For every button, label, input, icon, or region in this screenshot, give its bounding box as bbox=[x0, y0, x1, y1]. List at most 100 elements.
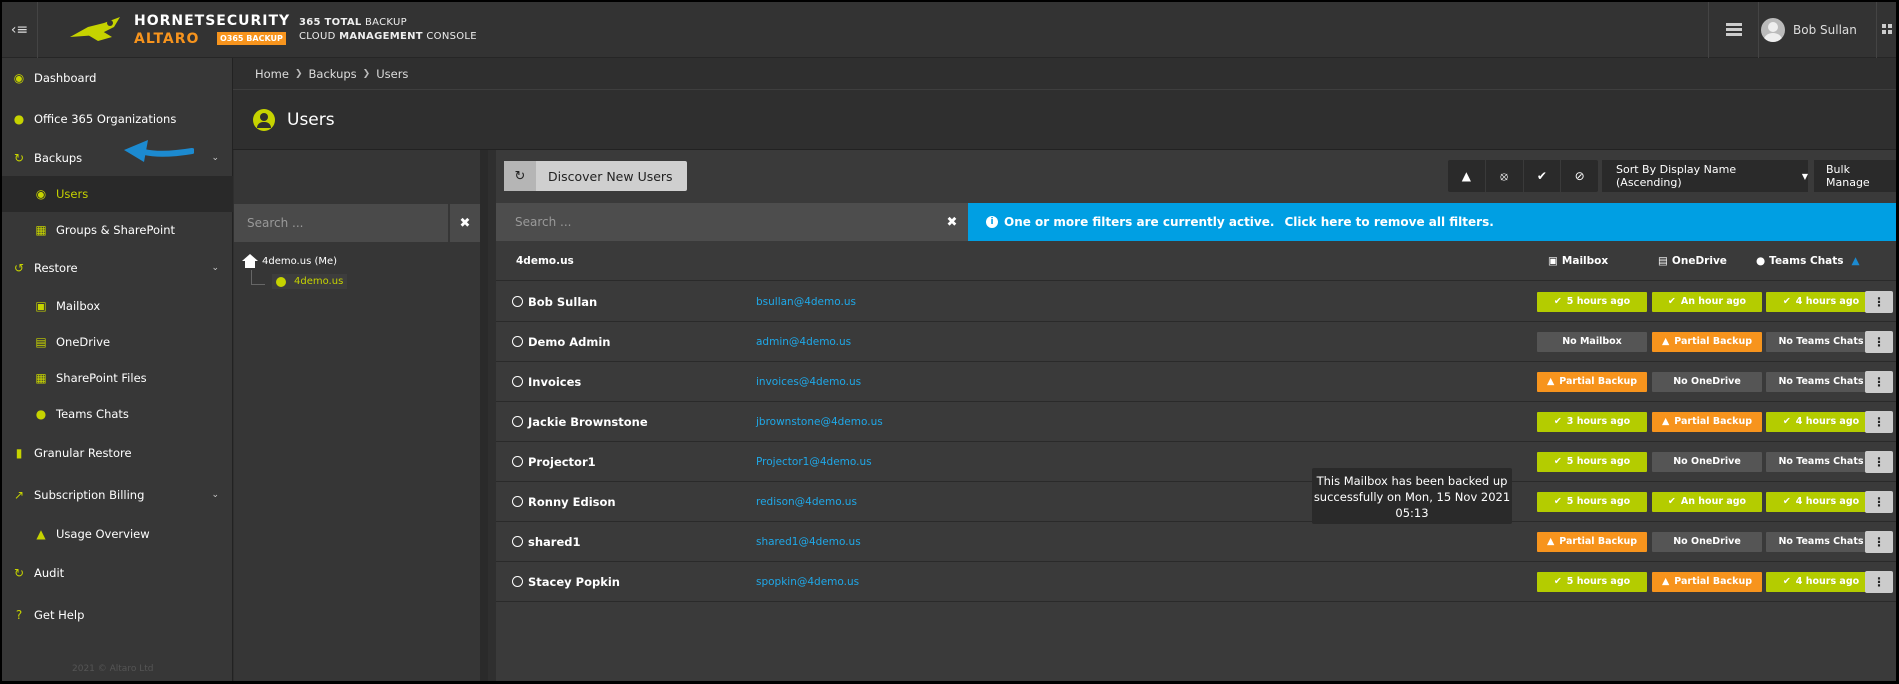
badge-label: 5 hours ago bbox=[1566, 496, 1631, 507]
bulk-manage-button[interactable]: Bulk Manage bbox=[1814, 160, 1896, 192]
sidebar-item-teams-chats[interactable]: ● Teams Chats bbox=[2, 396, 233, 432]
close-icon[interactable]: ✖ bbox=[936, 203, 968, 241]
row-actions-menu-icon[interactable]: ⋮ bbox=[1865, 490, 1893, 513]
menu-toggle-icon[interactable]: ‹≡ bbox=[2, 2, 38, 58]
mailbox-status-badge[interactable]: ▲ Partial Backup bbox=[1537, 371, 1647, 392]
mailbox-status-badge[interactable]: ▲ Partial Backup bbox=[1537, 531, 1647, 552]
user-display-name[interactable]: Ronny Edison bbox=[528, 495, 616, 509]
mailbox-status-badge[interactable]: No Mailbox bbox=[1537, 331, 1647, 352]
row-actions-menu-icon[interactable]: ⋮ bbox=[1865, 450, 1893, 473]
row-actions-menu-icon[interactable]: ⋮ bbox=[1865, 410, 1893, 433]
sidebar-item-mailbox[interactable]: ▣ Mailbox bbox=[2, 288, 233, 324]
sidebar-item-restore[interactable]: ↺ Restore ⌄ bbox=[2, 248, 233, 288]
user-display-name[interactable]: Demo Admin bbox=[528, 335, 610, 349]
user-email-link[interactable]: invoices@4demo.us bbox=[756, 376, 861, 388]
breadcrumb-backups[interactable]: Backups bbox=[309, 67, 357, 81]
teams-status-badge[interactable]: ✔ 4 hours ago bbox=[1766, 571, 1876, 592]
sidebar-item-office365[interactable]: ● Office 365 Organizations bbox=[2, 98, 233, 140]
teams-status-badge[interactable]: ✔ 4 hours ago bbox=[1766, 291, 1876, 312]
user-email-link[interactable]: spopkin@4demo.us bbox=[756, 576, 859, 588]
success-filter-icon[interactable]: ✔ bbox=[1524, 160, 1562, 192]
apps-grid-icon[interactable] bbox=[1876, 2, 1896, 58]
user-display-name[interactable]: Jackie Brownstone bbox=[528, 415, 648, 429]
user-icon bbox=[512, 496, 523, 507]
sidebar-item-audit[interactable]: ↻ Audit bbox=[2, 552, 233, 594]
sidebar-item-granular-restore[interactable]: ▮ Granular Restore bbox=[2, 432, 233, 474]
onedrive-status-badge[interactable]: ▲ Partial Backup bbox=[1652, 411, 1762, 432]
refresh-icon: ↻ bbox=[504, 161, 536, 191]
user-display-name[interactable]: Bob Sullan bbox=[528, 295, 597, 309]
user-display-name[interactable]: Projector1 bbox=[528, 455, 596, 469]
teams-status-badge[interactable]: No Teams Chats bbox=[1766, 531, 1876, 552]
user-email-link[interactable]: redison@4demo.us bbox=[756, 496, 857, 508]
onedrive-status-badge[interactable]: ✔ An hour ago bbox=[1652, 291, 1762, 312]
badge-label: 5 hours ago bbox=[1566, 576, 1631, 587]
tree-child-node[interactable]: 4demo.us bbox=[272, 274, 348, 289]
row-actions-menu-icon[interactable]: ⋮ bbox=[1865, 290, 1893, 313]
sidebar-item-usage-overview[interactable]: ▲ Usage Overview bbox=[2, 516, 233, 552]
onedrive-status-badge[interactable]: No OneDrive bbox=[1652, 531, 1762, 552]
table-row[interactable]: Demo Admin admin@4demo.us No Mailbox ▲ Parti… bbox=[496, 322, 1896, 362]
search-input[interactable]: Search ... bbox=[496, 203, 968, 241]
user-email-link[interactable]: admin@4demo.us bbox=[756, 336, 851, 348]
error-filter-icon[interactable]: ⦻ bbox=[1486, 160, 1524, 192]
user-display-name[interactable]: Stacey Popkin bbox=[528, 575, 620, 589]
user-email-link[interactable]: shared1@4demo.us bbox=[756, 536, 861, 548]
mailbox-status-badge[interactable]: ✔ 5 hours ago bbox=[1537, 571, 1647, 592]
table-row[interactable]: Invoices invoices@4demo.us ▲ Partial Backup… bbox=[496, 362, 1896, 402]
table-row[interactable]: shared1 shared1@4demo.us ▲ Partial Backup No… bbox=[496, 522, 1896, 562]
teams-status-badge[interactable]: ✔ 4 hours ago bbox=[1766, 491, 1876, 512]
sidebar-item-get-help[interactable]: ? Get Help bbox=[2, 594, 233, 636]
onedrive-status-badge[interactable]: No OneDrive bbox=[1652, 451, 1762, 472]
teams-status-badge[interactable]: No Teams Chats bbox=[1766, 451, 1876, 472]
teams-status-badge[interactable]: ✔ 4 hours ago bbox=[1766, 411, 1876, 432]
discover-new-users-button[interactable]: ↻ Discover New Users bbox=[504, 161, 687, 191]
tree-root-node[interactable]: 4demo.us (Me) bbox=[242, 254, 337, 268]
sort-dropdown[interactable]: Sort By Display Name (Ascending) ▼ bbox=[1602, 160, 1808, 192]
mailbox-status-badge[interactable]: ✔ 5 hours ago bbox=[1537, 451, 1647, 472]
sidebar-item-sharepoint-files[interactable]: ▦ SharePoint Files bbox=[2, 360, 233, 396]
close-icon[interactable]: ✖ bbox=[450, 204, 480, 242]
breadcrumb-home[interactable]: Home bbox=[255, 67, 289, 81]
onedrive-status-badge[interactable]: ✔ An hour ago bbox=[1652, 491, 1762, 512]
sidebar-item-label: Teams Chats bbox=[56, 407, 129, 421]
sidebar-item-groups[interactable]: ▦ Groups & SharePoint bbox=[2, 212, 233, 248]
user-email-link[interactable]: jbrownstone@4demo.us bbox=[756, 416, 883, 428]
table-row[interactable]: Projector1 Projector1@4demo.us ✔ 5 hours ag… bbox=[496, 442, 1896, 482]
page-title: Users bbox=[287, 109, 335, 130]
sidebar-item-users[interactable]: ◉ Users bbox=[2, 176, 233, 212]
user-menu[interactable]: Bob Sullan bbox=[1758, 2, 1876, 58]
warning-filter-icon[interactable]: ▲ bbox=[1448, 160, 1486, 192]
sidebar-item-onedrive[interactable]: ▤ OneDrive bbox=[2, 324, 233, 360]
mailbox-status-badge[interactable]: ✔ 5 hours ago bbox=[1537, 291, 1647, 312]
sidebar-item-subscription-billing[interactable]: ↗ Subscription Billing ⌄ bbox=[2, 474, 233, 516]
user-email-link[interactable]: Projector1@4demo.us bbox=[756, 456, 872, 468]
table-row[interactable]: Jackie Brownstone jbrownstone@4demo.us ✔ 3 … bbox=[496, 402, 1896, 442]
table-row[interactable]: Ronny Edison redison@4demo.us ✔ 5 hours ago… bbox=[496, 482, 1896, 522]
tree-search-input[interactable]: Search ... bbox=[234, 204, 448, 242]
row-actions-menu-icon[interactable]: ⋮ bbox=[1865, 370, 1893, 393]
user-icon bbox=[512, 296, 523, 307]
table-row[interactable]: Bob Sullan bsullan@4demo.us ✔ 5 hours ago ✔ A… bbox=[496, 282, 1896, 322]
row-actions-menu-icon[interactable]: ⋮ bbox=[1865, 330, 1893, 353]
onedrive-status-badge[interactable]: ▲ Partial Backup bbox=[1652, 571, 1762, 592]
mailbox-status-badge[interactable]: ✔ 3 hours ago bbox=[1537, 411, 1647, 432]
teams-status-badge[interactable]: No Teams Chats bbox=[1766, 331, 1876, 352]
user-display-name[interactable]: Invoices bbox=[528, 375, 581, 389]
sidebar-item-dashboard[interactable]: ◉ Dashboard bbox=[2, 58, 233, 98]
onedrive-status-badge[interactable]: ▲ Partial Backup bbox=[1652, 331, 1762, 352]
notifications-list-icon[interactable] bbox=[1708, 2, 1758, 58]
user-icon[interactable]: ▲ bbox=[1852, 255, 1860, 267]
row-actions-menu-icon[interactable]: ⋮ bbox=[1865, 530, 1893, 553]
sidebar-item-backups[interactable]: ↻ Backups ⌄ bbox=[2, 140, 233, 176]
remove-filters-link[interactable]: Click here to remove all filters. bbox=[1284, 215, 1493, 229]
disabled-filter-icon[interactable]: ⊘ bbox=[1561, 160, 1598, 192]
row-actions-menu-icon[interactable]: ⋮ bbox=[1865, 570, 1893, 593]
teams-status-badge[interactable]: No Teams Chats bbox=[1766, 371, 1876, 392]
onedrive-status-badge[interactable]: No OneDrive bbox=[1652, 371, 1762, 392]
mailbox-status-badge[interactable]: ✔ 5 hours ago bbox=[1537, 491, 1647, 512]
filter-banner[interactable]: i One or more filters are currently acti… bbox=[968, 203, 1896, 241]
table-row[interactable]: Stacey Popkin spopkin@4demo.us ✔ 5 hours ag… bbox=[496, 562, 1896, 602]
user-display-name[interactable]: shared1 bbox=[528, 535, 581, 549]
user-email-link[interactable]: bsullan@4demo.us bbox=[756, 296, 856, 308]
